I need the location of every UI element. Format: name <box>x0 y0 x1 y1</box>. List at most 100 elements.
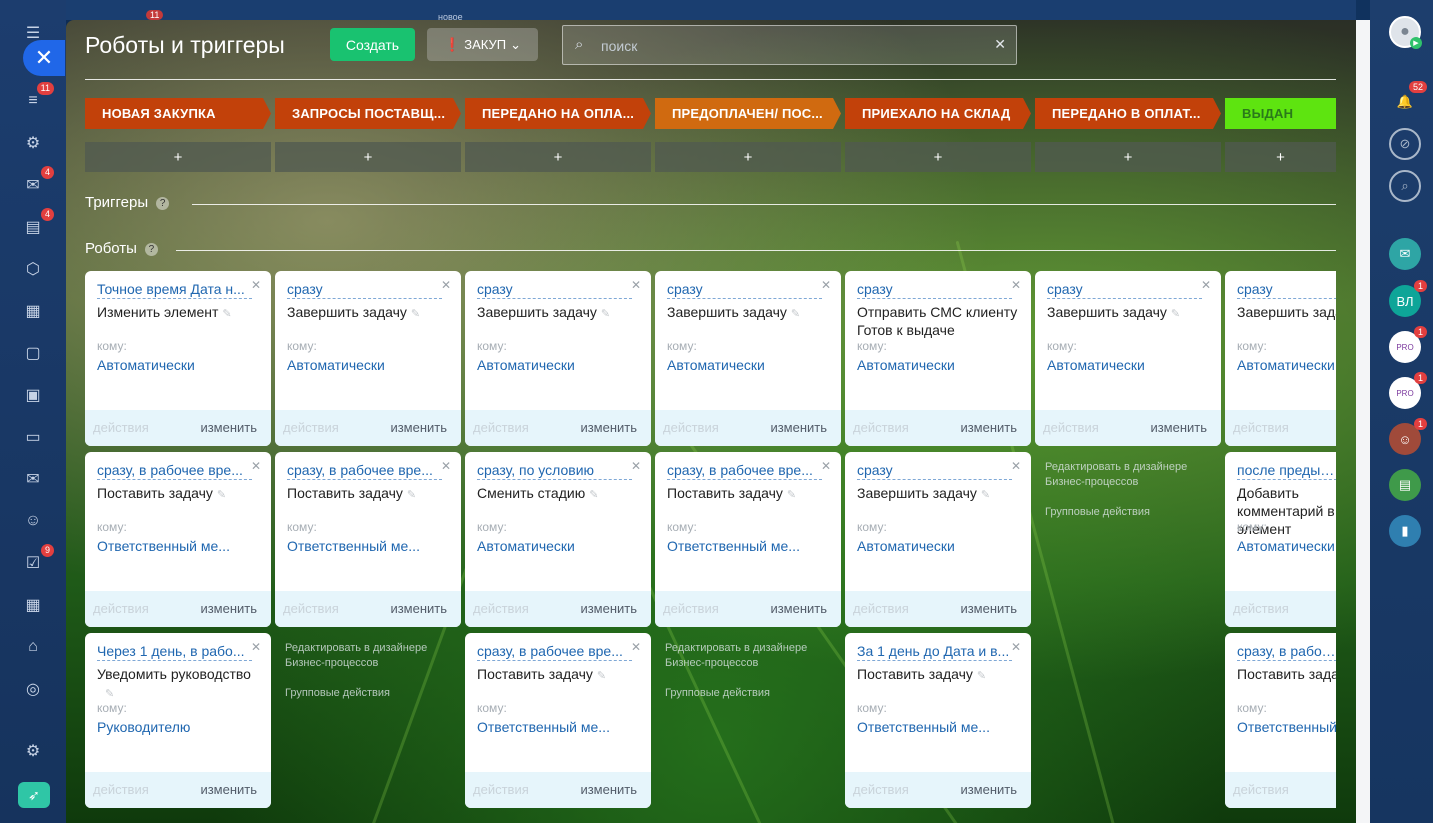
crm-icon[interactable]: ⬡ <box>20 256 46 282</box>
zenova-app-icon[interactable]: PRO 1 <box>1389 326 1427 363</box>
edit-link[interactable]: изменить <box>390 420 447 435</box>
actions-link[interactable]: действия <box>283 601 339 616</box>
pencil-icon[interactable]: ✎ <box>597 670 606 682</box>
stage-header[interactable]: ПРИЕХАЛО НА СКЛАД <box>845 98 1031 129</box>
delete-robot-icon[interactable]: ✕ <box>1011 278 1021 292</box>
mail-icon[interactable]: ✉ <box>20 466 46 492</box>
actions-link[interactable]: действия <box>853 420 909 435</box>
robot-card[interactable]: сразу ✕ Завершить задачу ✎ кому: Автомати… <box>1035 271 1221 446</box>
group-actions-link[interactable]: Групповые действия <box>665 686 835 701</box>
actions-link[interactable]: действия <box>853 782 909 797</box>
edit-link[interactable]: изменить <box>1150 420 1207 435</box>
edit-link[interactable]: изменить <box>200 601 257 616</box>
edit-link[interactable]: изменить <box>580 782 637 797</box>
pencil-icon[interactable]: ✎ <box>589 489 598 501</box>
pencil-icon[interactable]: ✎ <box>981 489 990 501</box>
robot-condition[interactable]: сразу <box>857 462 1012 480</box>
avatar[interactable]: ☺ 1 <box>1389 418 1427 455</box>
search-input[interactable] <box>601 36 981 56</box>
help-icon[interactable]: ? <box>144 242 158 256</box>
stage-header[interactable]: ЗАПРОСЫ ПОСТАВЩ... <box>275 98 461 129</box>
contacts-icon[interactable]: ▣ <box>20 382 46 408</box>
checklist-icon[interactable]: ☑ 9 <box>20 544 54 576</box>
robot-condition[interactable]: За 1 день до Дата и в... <box>857 643 1012 661</box>
edit-in-designer-link[interactable]: Редактировать в дизайнере Бизнес-процесс… <box>1045 460 1215 490</box>
delete-robot-icon[interactable]: ✕ <box>1011 459 1021 473</box>
actions-link[interactable]: действия <box>93 420 149 435</box>
robot-card[interactable]: сразу, в рабочее вре... ✕ Поставить зада… <box>275 452 461 627</box>
robot-condition[interactable]: сразу, в рабочее вре... <box>667 462 822 480</box>
robot-condition[interactable]: сразу, в рабочее вре... <box>1237 643 1336 661</box>
chat-icon[interactable]: ✉ 4 <box>20 166 54 198</box>
robot-card[interactable]: За 1 день до Дата и в... ✕ Поставить зад… <box>845 633 1031 808</box>
robot-condition[interactable]: сразу <box>1237 281 1336 299</box>
robot-condition[interactable]: сразу <box>857 281 1012 299</box>
edit-link[interactable]: изменить <box>960 420 1017 435</box>
category-selector[interactable]: ❗ ЗАКУП ⌄ <box>427 28 538 61</box>
pencil-icon[interactable]: ✎ <box>222 308 231 320</box>
edit-link[interactable]: изменить <box>580 601 637 616</box>
robot-card[interactable]: сразу ✕ Завершить задачу ✎ кому: Автомати… <box>275 271 461 446</box>
pencil-icon[interactable]: ✎ <box>787 489 796 501</box>
actions-link[interactable]: действия <box>853 601 909 616</box>
robot-card[interactable]: сразу ✕ Завершить задачу ✎ кому: Автомати… <box>655 271 841 446</box>
stage-header[interactable]: ПЕРЕДАНО В ОПЛАТ... <box>1035 98 1221 129</box>
robot-condition[interactable]: сразу <box>1047 281 1202 299</box>
schedule-icon[interactable]: ▦ <box>20 592 46 618</box>
pencil-icon[interactable]: ✎ <box>411 308 420 320</box>
actions-link[interactable]: действия <box>283 420 339 435</box>
close-panel-button[interactable]: ✕ <box>23 40 65 76</box>
edit-link[interactable]: изменить <box>200 420 257 435</box>
calendar-icon[interactable]: ▦ <box>20 298 46 324</box>
add-trigger-button[interactable]: + <box>465 142 651 172</box>
settings-gear-icon[interactable]: ⚙ <box>20 738 46 764</box>
robot-card[interactable]: сразу ✕ Завершить задачу ✎ кому: Автомати… <box>465 271 651 446</box>
pencil-icon[interactable]: ✎ <box>1171 308 1180 320</box>
actions-link[interactable]: действия <box>1043 420 1099 435</box>
stage-header[interactable]: ВЫДАН <box>1225 98 1336 129</box>
edit-link[interactable]: изменить <box>390 601 447 616</box>
delete-robot-icon[interactable]: ✕ <box>631 640 641 654</box>
add-trigger-button[interactable]: + <box>85 142 271 172</box>
delete-robot-icon[interactable]: ✕ <box>251 459 261 473</box>
delete-robot-icon[interactable]: ✕ <box>631 278 641 292</box>
add-trigger-button[interactable]: + <box>845 142 1031 172</box>
store-icon[interactable]: ⌂ <box>20 634 46 660</box>
feed-icon[interactable]: ≡ 11 <box>20 82 54 114</box>
robot-condition[interactable]: сразу, в рабочее вре... <box>477 643 632 661</box>
pencil-icon[interactable]: ✎ <box>217 489 226 501</box>
delete-robot-icon[interactable]: ✕ <box>1201 278 1211 292</box>
disabled-icon[interactable]: ⊘ <box>1389 128 1421 160</box>
delete-robot-icon[interactable]: ✕ <box>1011 640 1021 654</box>
robot-condition[interactable]: сразу <box>667 281 822 299</box>
edit-in-designer-link[interactable]: Редактировать в дизайнере Бизнес-процесс… <box>665 641 835 671</box>
robot-condition[interactable]: после предыдущего <box>1237 462 1336 480</box>
edit-link[interactable]: изменить <box>960 601 1017 616</box>
avatar[interactable]: ВЛ 1 <box>1389 280 1427 317</box>
robot-card[interactable]: Точное время Дата н... ✕ Изменить элемен… <box>85 271 271 446</box>
add-trigger-button[interactable]: + <box>655 142 841 172</box>
robot-condition[interactable]: Через 1 день, в рабо... <box>97 643 252 661</box>
edit-link[interactable]: изменить <box>200 782 257 797</box>
robot-card[interactable]: сразу, в рабочее вре... ✕ Поставить зада… <box>85 452 271 627</box>
stage-header[interactable]: ПРЕДОПЛАЧЕН/ ПОС... <box>655 98 841 129</box>
delete-robot-icon[interactable]: ✕ <box>251 640 261 654</box>
create-button[interactable]: Создать <box>330 28 415 61</box>
edit-link[interactable]: изменить <box>770 420 827 435</box>
open-lines-icon[interactable]: ✉ <box>1389 238 1421 270</box>
notes-icon[interactable]: ▤ <box>1389 469 1421 501</box>
actions-link[interactable]: действия <box>1233 420 1289 435</box>
actions-link[interactable]: действия <box>473 601 529 616</box>
group-actions-link[interactable]: Групповые действия <box>285 686 455 701</box>
zenova-app-icon[interactable]: PRO 1 <box>1389 372 1427 409</box>
robot-card[interactable]: сразу, по условию ✕ Сменить стадию ✎ кому… <box>465 452 651 627</box>
edit-link[interactable]: изменить <box>580 420 637 435</box>
actions-link[interactable]: действия <box>473 420 529 435</box>
add-trigger-button[interactable]: + <box>275 142 461 172</box>
group-actions-link[interactable]: Групповые действия <box>1045 505 1215 520</box>
pencil-icon[interactable]: ✎ <box>105 688 114 700</box>
edit-in-designer-link[interactable]: Редактировать в дизайнере Бизнес-процесс… <box>285 641 455 671</box>
actions-link[interactable]: действия <box>473 782 529 797</box>
delete-robot-icon[interactable]: ✕ <box>441 459 451 473</box>
edit-link[interactable]: изменить <box>960 782 1017 797</box>
